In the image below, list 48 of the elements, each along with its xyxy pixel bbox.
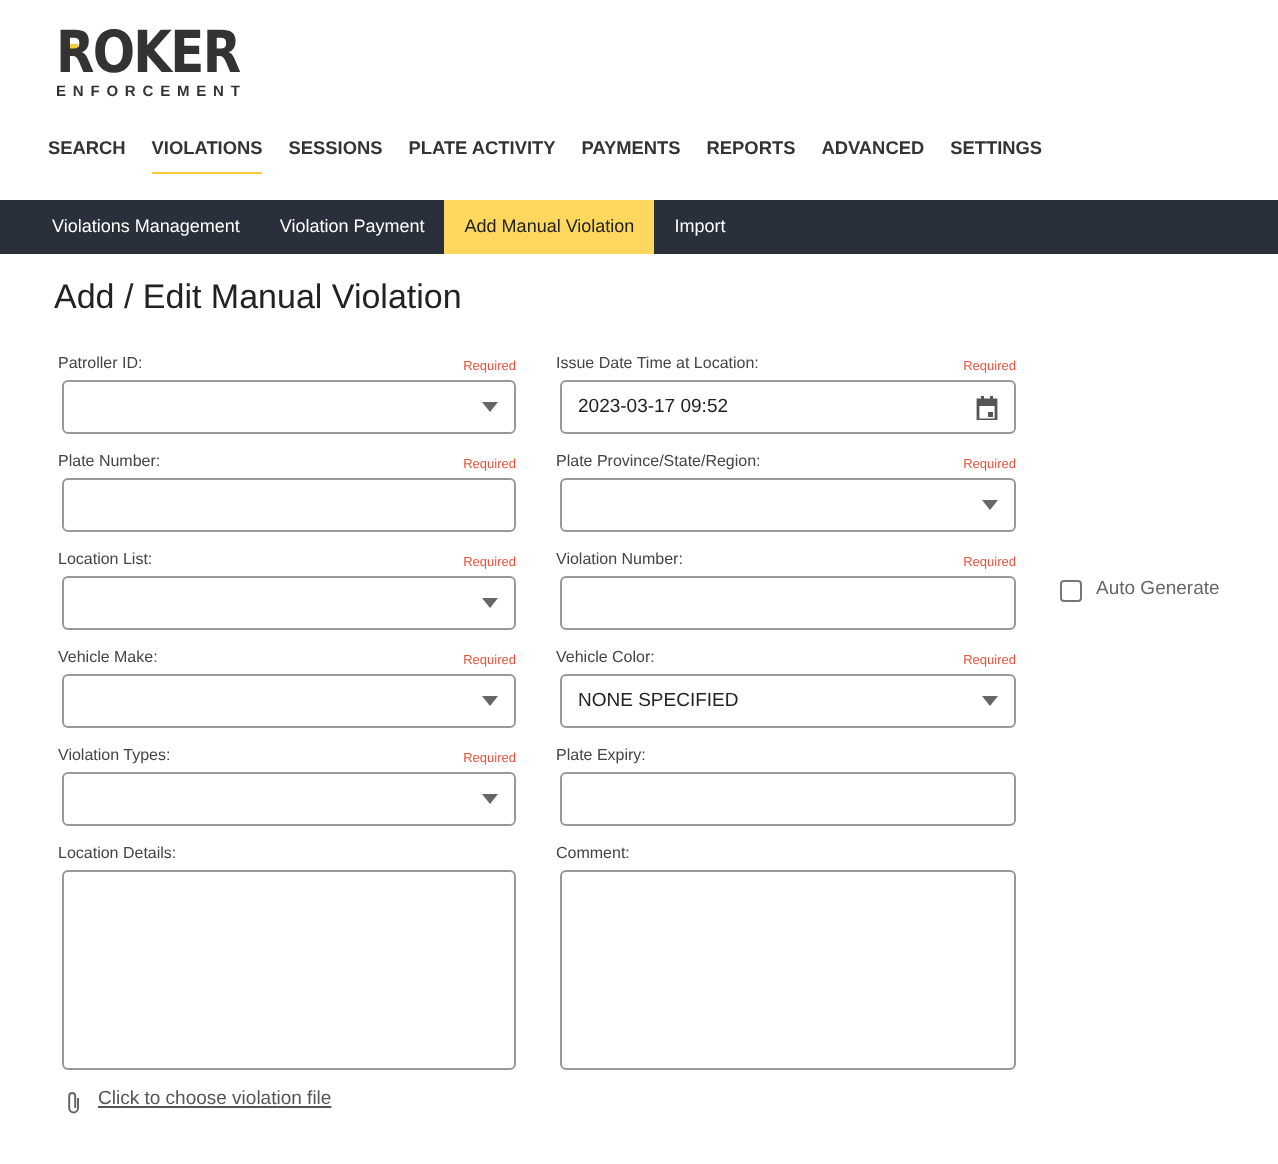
text-area[interactable] bbox=[62, 870, 516, 1071]
field-label: Issue Date Time at Location: bbox=[556, 352, 759, 377]
field-label: Vehicle Make: bbox=[58, 646, 158, 671]
date-field[interactable]: 2023-03-17 09:52 bbox=[560, 380, 1016, 435]
calendar-icon bbox=[976, 395, 998, 420]
dropdown-field[interactable] bbox=[62, 674, 516, 729]
page-title: Add / Edit Manual Violation bbox=[54, 278, 464, 319]
dropdown-field[interactable]: NONE SPECIFIED bbox=[560, 674, 1016, 729]
input-field[interactable] bbox=[62, 478, 516, 533]
caret-icon bbox=[482, 696, 498, 707]
subnav-tab[interactable]: Violation Payment bbox=[259, 200, 445, 254]
field-label: Location List: bbox=[58, 548, 153, 573]
dropdown-field[interactable] bbox=[62, 380, 516, 435]
field-label: Plate Province/State/Region: bbox=[556, 450, 761, 475]
dropdown-field[interactable] bbox=[62, 772, 516, 827]
nav-tab[interactable]: SESSIONS bbox=[288, 124, 383, 174]
caret-icon bbox=[982, 696, 998, 707]
caret-icon bbox=[482, 794, 498, 805]
nav-tab[interactable]: PLATE ACTIVITY bbox=[408, 124, 556, 174]
subnav-tab[interactable]: Add Manual Violation bbox=[444, 200, 655, 254]
subnav-tab[interactable]: Import bbox=[654, 200, 746, 254]
file-link[interactable]: Click to choose violation file bbox=[98, 1086, 332, 1116]
nav-tab[interactable]: SEARCH bbox=[48, 124, 126, 174]
nav-tab[interactable]: PAYMENTS bbox=[581, 124, 681, 174]
caret-icon bbox=[982, 500, 998, 511]
dropdown-field[interactable] bbox=[62, 576, 516, 631]
nav-tab[interactable]: ADVANCED bbox=[821, 124, 925, 174]
dropdown-field[interactable] bbox=[560, 478, 1016, 533]
nav-tab[interactable]: SETTINGS bbox=[950, 124, 1043, 174]
paperclip-icon bbox=[66, 1089, 82, 1114]
caret-icon bbox=[482, 402, 498, 413]
nav-tab[interactable]: VIOLATIONS bbox=[151, 124, 263, 174]
subnav-tab[interactable]: Violations Management bbox=[32, 200, 260, 254]
field-label: Location Details: bbox=[58, 842, 177, 867]
checkbox-label: Auto Generate bbox=[1096, 576, 1220, 605]
checkbox[interactable] bbox=[1060, 580, 1082, 603]
field-label: Vehicle Color: bbox=[556, 646, 655, 671]
field-label: Violation Number: bbox=[556, 548, 683, 573]
field-label: Plate Expiry: bbox=[556, 744, 646, 769]
caret-icon bbox=[482, 598, 498, 609]
field-label: Violation Types: bbox=[58, 744, 171, 769]
field-label: Plate Number: bbox=[58, 450, 161, 475]
nav-tab[interactable]: REPORTS bbox=[706, 124, 796, 174]
field-label: Comment: bbox=[556, 842, 630, 867]
text-area[interactable] bbox=[560, 870, 1016, 1071]
input-field[interactable] bbox=[560, 576, 1016, 631]
field-label: Patroller ID: bbox=[58, 352, 143, 377]
input-field[interactable] bbox=[560, 772, 1016, 827]
